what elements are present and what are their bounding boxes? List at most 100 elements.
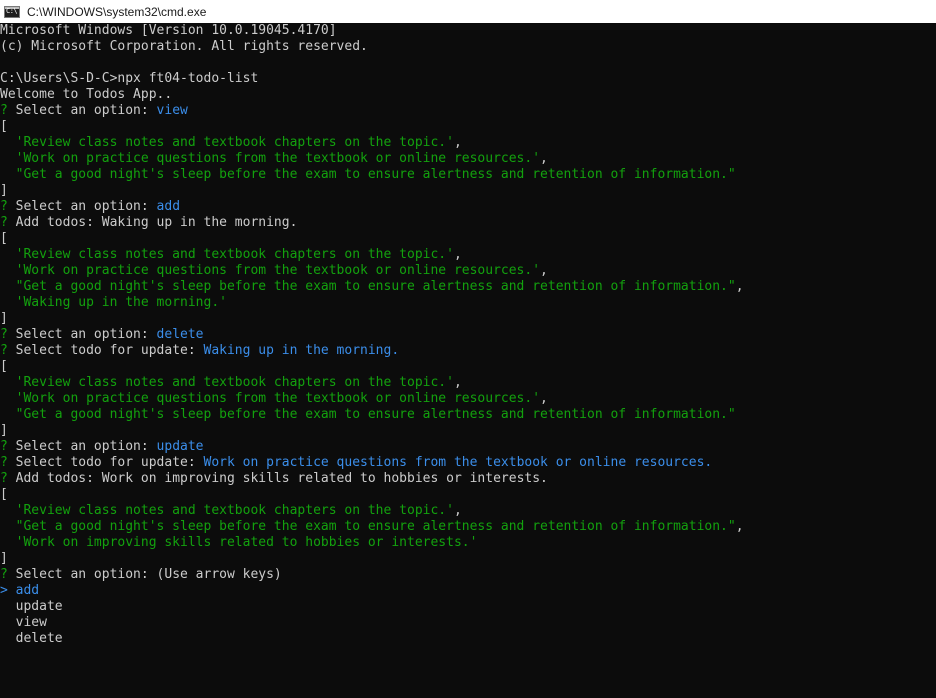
terminal-line: [ <box>0 231 936 247</box>
terminal-text: ] <box>0 423 8 438</box>
terminal-text: ? <box>0 103 16 118</box>
terminal-line: C:\Users\S-D-C>npx ft04-todo-list <box>0 71 936 87</box>
terminal-text: delete <box>156 327 204 342</box>
terminal-line: ? Select an option: view <box>0 103 936 119</box>
terminal-text: Microsoft Windows [Version 10.0.19045.41… <box>0 23 337 38</box>
terminal-line: view <box>0 615 936 631</box>
cmd-window: C:\ C:\WINDOWS\system32\cmd.exe Microsof… <box>0 0 936 698</box>
terminal-line: ? Select an option: delete <box>0 327 936 343</box>
terminal-text: 'Work on practice questions from the tex… <box>0 391 541 406</box>
terminal-text: Select todo for update: <box>15 343 204 358</box>
terminal-text: add <box>156 199 181 214</box>
terminal-text: view <box>0 615 47 630</box>
terminal-text: , <box>540 263 548 278</box>
terminal-text: , <box>735 519 744 534</box>
terminal-text: Select todo for update: <box>15 455 204 470</box>
terminal-text: , <box>540 151 548 166</box>
terminal-text: delete <box>0 631 63 646</box>
terminal-line: ? Select an option: (Use arrow keys) <box>0 567 936 583</box>
terminal-line: [ <box>0 119 936 135</box>
terminal-text: "Get a good night's sleep before the exa… <box>0 167 736 182</box>
window-title: C:\WINDOWS\system32\cmd.exe <box>27 4 207 19</box>
terminal-text: Add todos: Work on improving skills rela… <box>15 471 548 486</box>
terminal-line: 'Review class notes and textbook chapter… <box>0 247 936 263</box>
terminal-text: 'Work on practice questions from the tex… <box>0 263 541 278</box>
terminal-output[interactable]: Microsoft Windows [Version 10.0.19045.41… <box>0 23 936 698</box>
terminal-text: [ <box>0 359 8 374</box>
terminal-line: ] <box>0 551 936 567</box>
terminal-line: delete <box>0 631 936 647</box>
terminal-text: Work on practice questions from the text… <box>203 455 713 470</box>
cmd-icon: C:\ <box>4 5 20 18</box>
terminal-text: ? <box>0 199 16 214</box>
terminal-text: , <box>453 503 462 518</box>
terminal-text: , <box>453 135 462 150</box>
terminal-text: , <box>735 279 744 294</box>
terminal-text: 'Work on improving skills related to hob… <box>0 535 478 550</box>
terminal-text: update <box>156 439 204 454</box>
terminal-text: ? <box>0 343 16 358</box>
terminal-text: Select an option: <box>15 199 157 214</box>
terminal-line: ? Select an option: update <box>0 439 936 455</box>
terminal-text: [ <box>0 231 8 246</box>
terminal-text: Welcome to Todos App.. <box>0 87 173 102</box>
terminal-line: ? Select todo for update: Work on practi… <box>0 455 936 471</box>
cmd-icon-glyph: C:\ <box>6 6 18 15</box>
terminal-text: ] <box>0 551 8 566</box>
terminal-text: > add <box>0 583 40 598</box>
terminal-text: Select an option: <box>15 439 157 454</box>
terminal-line: 'Work on practice questions from the tex… <box>0 263 936 279</box>
terminal-text: Select an option: <box>15 327 157 342</box>
terminal-line: ? Select todo for update: Waking up in t… <box>0 343 936 359</box>
terminal-text: C:\Users\S-D-C>npx ft04-todo-list <box>0 71 259 86</box>
terminal-line: 'Work on practice questions from the tex… <box>0 151 936 167</box>
terminal-line: 'Work on improving skills related to hob… <box>0 535 936 551</box>
terminal-line: [ <box>0 359 936 375</box>
terminal-text: 'Review class notes and textbook chapter… <box>0 503 454 518</box>
terminal-text: , <box>540 391 548 406</box>
terminal-text: 'Review class notes and textbook chapter… <box>0 375 454 390</box>
terminal-line: ? Select an option: add <box>0 199 936 215</box>
terminal-text: ] <box>0 311 8 326</box>
terminal-line: [ <box>0 487 936 503</box>
terminal-text: 'Waking up in the morning.' <box>0 295 227 310</box>
terminal-text: ? <box>0 439 16 454</box>
terminal-line: (c) Microsoft Corporation. All rights re… <box>0 39 936 55</box>
terminal-text: [ <box>0 119 8 134</box>
terminal-line: ? Add todos: Waking up in the morning. <box>0 215 936 231</box>
terminal-line: "Get a good night's sleep before the exa… <box>0 407 936 423</box>
terminal-text: ? <box>0 471 16 486</box>
terminal-text: "Get a good night's sleep before the exa… <box>0 407 736 422</box>
terminal-text: ] <box>0 183 8 198</box>
terminal-line: "Get a good night's sleep before the exa… <box>0 519 936 535</box>
terminal-text: view <box>156 103 188 118</box>
terminal-text: Select an option: <box>15 103 157 118</box>
terminal-text: 'Work on practice questions from the tex… <box>0 151 541 166</box>
terminal-text: [ <box>0 487 8 502</box>
terminal-text: ? <box>0 455 16 470</box>
terminal-line: ] <box>0 183 936 199</box>
terminal-text: update <box>0 599 63 614</box>
terminal-line: update <box>0 599 936 615</box>
terminal-text: Select an option: (Use arrow keys) <box>15 567 282 582</box>
terminal-line: 'Review class notes and textbook chapter… <box>0 375 936 391</box>
terminal-text: 'Review class notes and textbook chapter… <box>0 135 454 150</box>
terminal-line: ] <box>0 423 936 439</box>
terminal-line: 'Review class notes and textbook chapter… <box>0 503 936 519</box>
terminal-text: , <box>453 375 462 390</box>
terminal-text: (c) Microsoft Corporation. All rights re… <box>0 39 368 54</box>
terminal-text: 'Review class notes and textbook chapter… <box>0 247 454 262</box>
terminal-line: Welcome to Todos App.. <box>0 87 936 103</box>
terminal-line: > add <box>0 583 936 599</box>
title-bar[interactable]: C:\ C:\WINDOWS\system32\cmd.exe <box>0 0 936 23</box>
terminal-line: Microsoft Windows [Version 10.0.19045.41… <box>0 23 936 39</box>
terminal-line: ? Add todos: Work on improving skills re… <box>0 471 936 487</box>
terminal-line: "Get a good night's sleep before the exa… <box>0 279 936 295</box>
terminal-line: "Get a good night's sleep before the exa… <box>0 167 936 183</box>
terminal-text: ? <box>0 215 16 230</box>
terminal-text: Waking up in the morning. <box>203 343 400 358</box>
terminal-text: "Get a good night's sleep before the exa… <box>0 279 736 294</box>
terminal-text: Add todos: Waking up in the morning. <box>15 215 298 230</box>
terminal-line: 'Review class notes and textbook chapter… <box>0 135 936 151</box>
